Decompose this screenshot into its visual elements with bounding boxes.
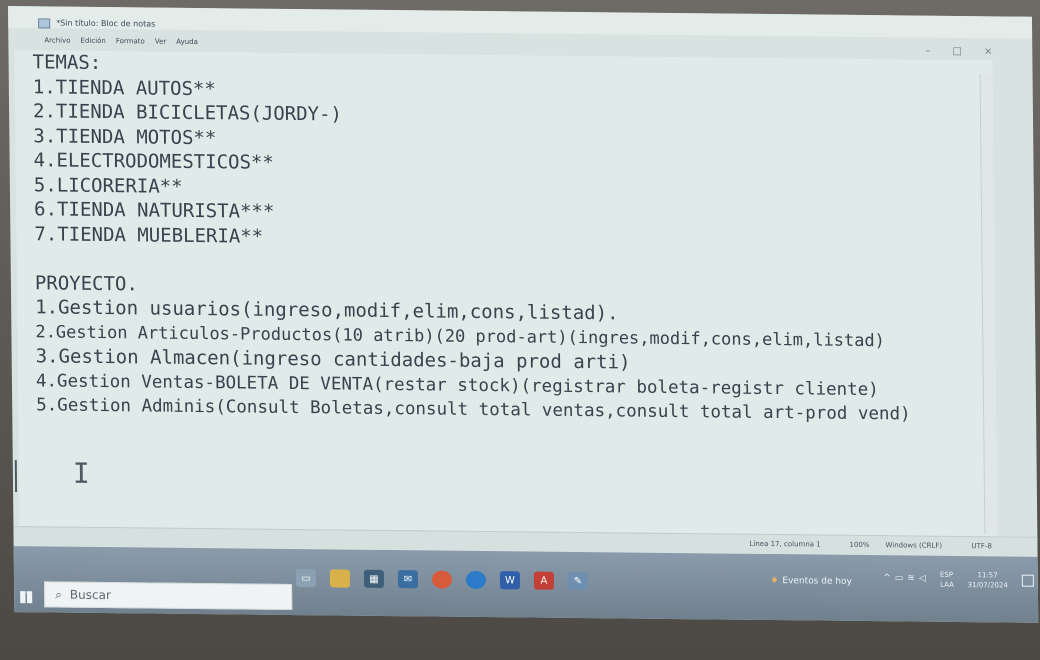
menu-edicion[interactable]: Edición (80, 37, 105, 45)
text-editor[interactable]: TEMAS: 1.TIENDA AUTOS** 2.TIENDA BICICLETA… (14, 50, 998, 541)
minimize-button[interactable]: – (925, 46, 930, 57)
close-button[interactable]: × (984, 46, 993, 57)
language-code: ESP (939, 570, 954, 579)
chevron-up-icon[interactable]: ^ (883, 573, 891, 583)
network-icon[interactable]: ≋ (907, 573, 915, 583)
store-icon[interactable]: ▦ (363, 569, 385, 588)
taskbar-apps: ▭ ▦ ✉ W A ✎ (295, 569, 589, 591)
maximize-button[interactable]: □ (952, 46, 962, 57)
chrome-icon[interactable] (431, 570, 453, 589)
layout-code: LAA (940, 580, 954, 589)
events-widget[interactable]: ♦ Eventos de hoy (770, 576, 852, 587)
ibeam-cursor-icon: I (72, 456, 90, 490)
acrobat-icon[interactable]: A (533, 571, 555, 590)
clock-date: 31/07/2024 (967, 581, 1008, 590)
clock[interactable]: 11:57 31/07/2024 (967, 570, 1008, 590)
window-title: *Sin título: Bloc de notas (56, 18, 156, 29)
menu-ayuda[interactable]: Ayuda (176, 38, 198, 46)
search-icon: ⌕ (55, 587, 62, 602)
search-placeholder: Buscar (69, 587, 111, 603)
notepad-icon (38, 18, 51, 29)
window-titlebar (8, 6, 1033, 39)
menu-ver[interactable]: Ver (155, 38, 167, 46)
monitor-screen: *Sin título: Bloc de notas – □ × Archivo… (8, 6, 1039, 623)
status-zoom: 100% (849, 540, 870, 550)
events-label: Eventos de hoy (782, 576, 852, 587)
status-encoding: UTF-8 (971, 542, 992, 551)
window-controls: – □ × (925, 46, 992, 58)
system-tray-icons: ^ ▭ ≋ ◁ (883, 573, 926, 583)
notification-icon[interactable] (1021, 574, 1034, 587)
windows-start-icon[interactable] (20, 591, 33, 604)
menu-formato[interactable]: Formato (116, 37, 145, 45)
language-indicator[interactable]: ESP LAA (940, 570, 954, 590)
mail-icon[interactable]: ✉ (397, 570, 419, 589)
taskbar-search[interactable]: ⌕ Buscar (44, 581, 293, 611)
taskbar: ⌕ Buscar ▭ ▦ ✉ W A ✎ ♦ Eventos de hoy ^ … (13, 546, 1039, 623)
clock-time: 11:57 (977, 571, 998, 580)
notepad-taskbar-icon[interactable]: ✎ (567, 571, 589, 591)
volume-icon[interactable]: ◁ (919, 574, 926, 584)
weather-icon: ♦ (770, 576, 779, 587)
status-position: Línea 17, columna 1 (749, 539, 821, 549)
file-explorer-icon[interactable] (329, 569, 351, 588)
status-line-ending: Windows (CRLF) (885, 541, 943, 550)
word-icon[interactable]: W (499, 571, 521, 590)
menu-archivo[interactable]: Archivo (44, 36, 70, 44)
menu-bar: Archivo Edición Formato Ver Ayuda (44, 36, 198, 46)
task-view-icon[interactable]: ▭ (295, 569, 317, 588)
edge-icon[interactable] (465, 570, 487, 590)
text-cursor (14, 460, 18, 493)
battery-icon[interactable]: ▭ (895, 573, 904, 583)
